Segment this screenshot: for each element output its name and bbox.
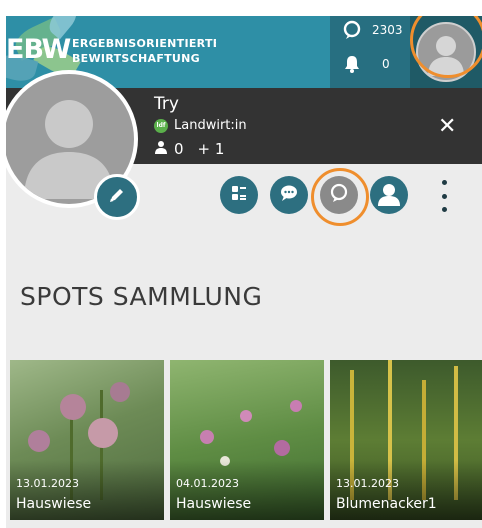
list-icon bbox=[230, 184, 248, 206]
wildflower bbox=[200, 430, 214, 444]
points-value: 2303 bbox=[372, 23, 403, 37]
user-button[interactable] bbox=[370, 176, 408, 214]
user-role: ldf Landwirt:in bbox=[154, 118, 247, 133]
wildflower bbox=[274, 440, 290, 456]
profile-button[interactable] bbox=[410, 16, 482, 88]
notifications-counter[interactable]: 0 bbox=[330, 54, 410, 74]
section-title: SPOTS SAMMLUNG bbox=[20, 282, 263, 311]
wildflower bbox=[290, 400, 302, 412]
app-frame: EBW ERGEBNISORIENTIERTE BEWIRTSCHAFTUNG … bbox=[6, 16, 482, 528]
spot-name: Hauswiese bbox=[176, 496, 252, 512]
spot-card[interactable]: 13.01.2023 Blumenacker1 bbox=[330, 360, 482, 520]
following-count[interactable]: + 1 bbox=[198, 140, 225, 158]
edit-profile-button[interactable] bbox=[94, 174, 140, 220]
user-avatar-icon bbox=[416, 22, 476, 82]
chat-button[interactable] bbox=[270, 176, 308, 214]
pencil-icon bbox=[108, 186, 126, 208]
bell-icon bbox=[340, 54, 364, 74]
speech-bubble-icon bbox=[340, 20, 364, 40]
thistle-flower bbox=[28, 430, 50, 452]
logo-line-1: ERGEBNISORIENTIERTE bbox=[72, 37, 216, 50]
person-icon bbox=[154, 140, 168, 158]
thistle-flower bbox=[88, 418, 118, 448]
spot-date: 04.01.2023 bbox=[176, 477, 239, 490]
spot-date: 13.01.2023 bbox=[336, 477, 399, 490]
spot-card[interactable]: 04.01.2023 Hauswiese bbox=[170, 360, 324, 520]
follow-counts: 0 + 1 bbox=[154, 140, 224, 158]
spot-card[interactable]: 13.01.2023 Hauswiese bbox=[10, 360, 164, 520]
points-counter[interactable]: 2303 bbox=[330, 20, 410, 40]
user-name: Try bbox=[154, 94, 179, 114]
spot-name: Hauswiese bbox=[16, 496, 92, 512]
spot-name: Blumenacker1 bbox=[336, 496, 437, 512]
logo-text: ERGEBNISORIENTIERTE BEWIRTSCHAFTUNG bbox=[72, 36, 216, 66]
spot-date: 13.01.2023 bbox=[16, 477, 79, 490]
notifications-value: 0 bbox=[382, 57, 390, 71]
followers-count[interactable]: 0 bbox=[174, 140, 184, 158]
role-badge-icon: ldf bbox=[154, 118, 168, 133]
chat-icon bbox=[279, 183, 299, 207]
logo-line-2: BEWIRTSCHAFTUNG bbox=[72, 52, 201, 65]
spot-icon bbox=[328, 182, 350, 208]
logo-abbreviation: EBW bbox=[6, 34, 71, 65]
spot-button[interactable] bbox=[320, 176, 358, 214]
close-icon[interactable]: ✕ bbox=[438, 114, 456, 139]
thistle-flower bbox=[60, 394, 86, 420]
thistle-flower bbox=[110, 382, 130, 402]
stats-panel: 2303 0 bbox=[330, 16, 410, 88]
list-button[interactable] bbox=[220, 176, 258, 214]
wildflower bbox=[240, 410, 252, 422]
user-icon bbox=[375, 179, 403, 211]
role-label: Landwirt:in bbox=[174, 118, 247, 133]
vertical-dots-icon[interactable] bbox=[434, 180, 454, 212]
